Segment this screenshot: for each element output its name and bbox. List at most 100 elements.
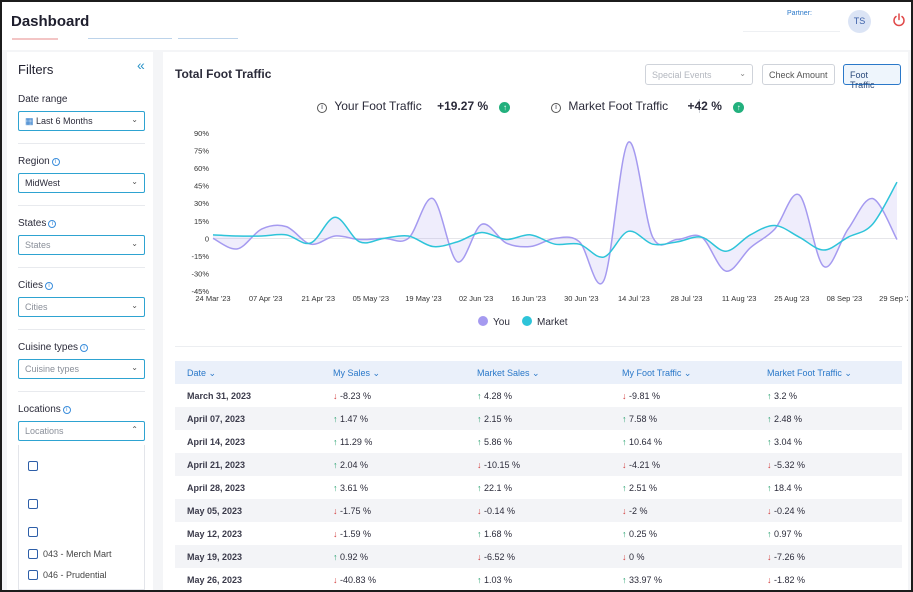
checkbox[interactable] — [28, 549, 38, 559]
table-row[interactable]: May 19, 2023 ↑ 0.92 % ↓ -6.52 % ↓ 0 % ↓ -7.2… — [175, 545, 902, 568]
table-row[interactable]: March 31, 2023 ↓ -8.23 % ↑ 4.28 % ↓ -9.81 %… — [175, 384, 902, 407]
value-cell: ↑ 3.04 % — [767, 437, 802, 447]
date-cell: May 19, 2023 — [187, 552, 243, 562]
checkbox[interactable] — [28, 499, 38, 509]
value-cell: ↑ 4.28 % — [477, 391, 512, 401]
location-option[interactable] — [28, 499, 43, 509]
app-window: Dashboard Partner: TS Filters « Date ran… — [0, 0, 913, 592]
foot-traffic-button[interactable]: Foot Traffic — [843, 64, 901, 90]
legend-you[interactable]: You — [478, 316, 510, 328]
divider — [18, 329, 145, 330]
table-row[interactable]: April 07, 2023 ↑ 1.47 % ↑ 2.15 % ↑ 7.58 % ↑ … — [175, 407, 902, 430]
location-option[interactable] — [28, 461, 43, 471]
arrow-up-icon: ↑ — [622, 483, 630, 493]
info-icon[interactable]: i — [62, 406, 71, 414]
location-option[interactable]: 043 - Merch Mart — [28, 549, 112, 559]
value-cell: ↓ -40.83 % — [333, 575, 376, 585]
table-row[interactable]: April 28, 2023 ↑ 3.61 % ↑ 22.1 % ↑ 2.51 % ↑ … — [175, 476, 902, 499]
legend-market[interactable]: Market — [522, 316, 568, 328]
cuisine-label-text: Cuisine types — [18, 342, 79, 353]
value-cell: ↓ -5.32 % — [767, 460, 805, 470]
info-icon[interactable]: i — [51, 158, 60, 166]
checkbox[interactable] — [28, 461, 38, 471]
arrow-up-icon: ↑ — [622, 414, 630, 424]
collapse-icon[interactable]: « — [137, 57, 145, 73]
y-tick-label: 30% — [194, 199, 209, 208]
info-icon[interactable]: i — [551, 103, 561, 113]
x-tick-label: 21 Apr '23 — [301, 294, 335, 303]
column-header[interactable]: Market Foot Traffic ⌄ — [767, 368, 852, 379]
table-row[interactable]: May 12, 2023 ↓ -1.59 % ↑ 1.68 % ↑ 0.25 % ↑ 0… — [175, 522, 902, 545]
partner-select[interactable] — [743, 20, 840, 32]
column-header[interactable]: My Sales ⌄ — [333, 368, 380, 379]
x-tick-label: 25 Aug '23 — [774, 294, 809, 303]
value-cell: ↑ 0.25 % — [622, 529, 657, 539]
y-tick-label: -30% — [191, 269, 209, 278]
value-text: -1.75 % — [340, 506, 372, 516]
value-text: -1.82 % — [774, 575, 806, 585]
checkbox[interactable] — [28, 527, 38, 537]
value-text: 4.28 % — [484, 391, 513, 401]
arrow-up-icon: ↑ — [477, 529, 485, 539]
arrow-up-icon: ↑ — [333, 460, 341, 470]
power-icon[interactable] — [892, 13, 906, 27]
nav-tab-underline[interactable] — [178, 38, 238, 39]
nav-tab-indicator[interactable] — [12, 38, 58, 40]
top-header: Dashboard Partner: TS — [2, 2, 911, 50]
location-option[interactable]: 046 - Prudential — [28, 570, 107, 580]
x-tick-label: 16 Jun '23 — [511, 294, 545, 303]
column-header[interactable]: Market Sales ⌄ — [477, 368, 540, 379]
locations-select[interactable]: Locations ⌃ — [18, 421, 145, 441]
divider — [18, 267, 145, 268]
arrow-down-icon: ↓ — [622, 506, 630, 516]
value-text: -7.26 % — [774, 552, 806, 562]
partner-label: Partner: — [787, 10, 812, 17]
legend-you-label: You — [493, 317, 510, 328]
value-cell: ↓ -0.24 % — [767, 506, 805, 516]
location-option[interactable] — [28, 527, 43, 537]
value-cell: ↑ 2.15 % — [477, 414, 512, 424]
value-cell: ↓ -8.23 % — [333, 391, 371, 401]
table-row[interactable]: April 21, 2023 ↑ 2.04 % ↓ -10.15 % ↓ -4.21 … — [175, 453, 902, 476]
value-text: -0.14 % — [484, 506, 516, 516]
cuisine-placeholder: Cuisine types — [25, 364, 80, 374]
table-row[interactable]: May 05, 2023 ↓ -1.75 % ↓ -0.14 % ↓ -2 % ↓ -0… — [175, 499, 902, 522]
arrow-up-icon: ↑ — [733, 102, 745, 113]
table-row[interactable]: April 14, 2023 ↑ 11.29 % ↑ 5.86 % ↑ 10.64 %… — [175, 430, 902, 453]
column-header[interactable]: Date ⌄ — [187, 368, 216, 379]
traffic-table: Date ⌄ My Sales ⌄ Market Sales ⌄ My Foot Tr… — [175, 361, 902, 590]
value-text: 1.68 % — [484, 529, 513, 539]
table-row[interactable]: May 26, 2023 ↓ -40.83 % ↑ 1.03 % ↑ 33.97 % ↓… — [175, 568, 902, 590]
states-select[interactable]: States ⌄ — [18, 235, 145, 255]
date-range-select[interactable]: ▦ Last 6 Months ⌄ — [18, 111, 145, 131]
arrow-up-icon: ↑ — [767, 529, 775, 539]
value-text: -5.32 % — [774, 460, 806, 470]
nav-tab-underline[interactable] — [88, 38, 172, 39]
cuisine-select[interactable]: Cuisine types ⌄ — [18, 359, 145, 379]
y-tick-label: 60% — [194, 164, 209, 173]
info-icon[interactable]: i — [48, 220, 57, 228]
date-cell: May 05, 2023 — [187, 506, 243, 516]
legend-market-label: Market — [537, 317, 568, 328]
date-cell: March 31, 2023 — [187, 391, 252, 401]
value-cell: ↑ 0.92 % — [333, 552, 368, 562]
check-amount-button[interactable]: Check Amount — [762, 64, 835, 85]
checkbox[interactable] — [28, 570, 38, 580]
cities-select[interactable]: Cities ⌄ — [18, 297, 145, 317]
info-icon[interactable]: i — [317, 103, 327, 113]
value-text: 7.58 % — [629, 414, 658, 424]
your-foot-traffic-value: +19.27 % — [437, 99, 489, 113]
arrow-down-icon: ↓ — [622, 460, 630, 470]
cities-label-text: Cities — [18, 280, 44, 291]
column-header[interactable]: My Foot Traffic ⌄ — [622, 368, 691, 379]
info-icon[interactable]: i — [45, 282, 54, 290]
value-cell: ↑ 3.2 % — [767, 391, 797, 401]
x-tick-label: 11 Aug '23 — [722, 294, 757, 303]
region-select[interactable]: MidWest ⌄ — [18, 173, 145, 193]
special-events-select[interactable]: Special Events ⌄ — [645, 64, 753, 85]
value-cell: ↓ -6.52 % — [477, 552, 515, 562]
avatar[interactable]: TS — [848, 10, 871, 33]
legend-you-swatch — [478, 316, 488, 326]
info-icon[interactable]: i — [80, 344, 89, 352]
chevron-down-icon: ⌄ — [131, 177, 138, 186]
